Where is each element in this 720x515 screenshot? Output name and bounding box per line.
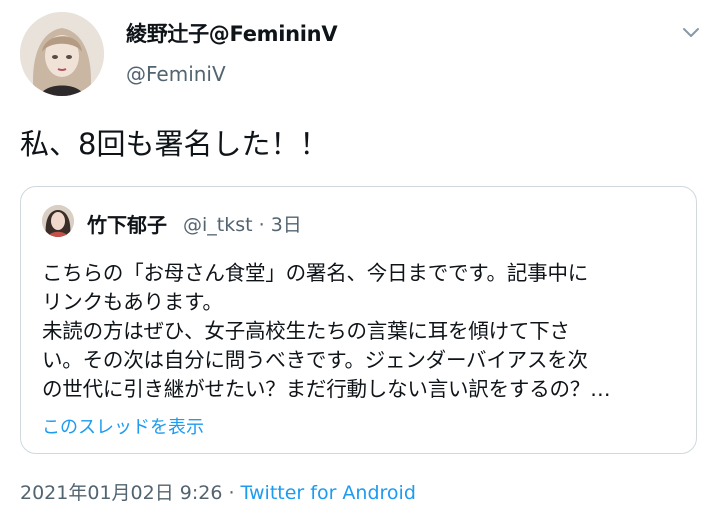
quoted-tweet-line: い。その次は自分に問うべきです。ジェンダーバイアスを次 — [42, 348, 588, 372]
author-handle[interactable]: @FeminiV — [126, 62, 226, 86]
quoted-tweet-line: こちらの「お母さん食堂」の署名、今日までです。記事中に — [42, 261, 589, 285]
author-avatar[interactable] — [20, 12, 104, 96]
quoted-author-avatar — [42, 205, 74, 237]
tweet-text: 私、8回も署名した！！ — [20, 127, 329, 161]
quoted-author-meta: @i_tkst · 3日 — [183, 214, 302, 236]
quoted-tweet-line: の世代に引き継がせたい？まだ行動しない言い訳をするの？… — [42, 377, 611, 401]
show-thread-link[interactable]: このスレッドを表示 — [42, 413, 204, 439]
quoted-tweet-card[interactable]: 竹下郁子 @i_tkst · 3日 こちらの「お母さん食堂」の署名、今日までです… — [20, 186, 697, 454]
tweet-source-link[interactable]: Twitter for Android — [241, 482, 416, 504]
quoted-tweet-line: リンクもあります。 — [42, 290, 223, 314]
tweet-timestamp[interactable]: 2021年01月02日 9:26 — [20, 482, 222, 504]
quoted-author-name: 竹下郁子 — [87, 213, 167, 237]
quoted-tweet-line: 未読の方はぜひ、女子高校生たちの言葉に耳を傾けて下さ — [42, 319, 570, 343]
tweet-footer: 2021年01月02日 9:26 · Twitter for Android — [20, 478, 416, 505]
author-display-name[interactable]: 綾野辻子@FemininV — [126, 18, 338, 48]
quoted-tweet-body: こちらの「お母さん食堂」の署名、今日までです。記事中に リンクもあります。 未読… — [42, 259, 682, 404]
chevron-down-icon[interactable] — [678, 20, 704, 46]
footer-separator: · — [222, 482, 241, 504]
